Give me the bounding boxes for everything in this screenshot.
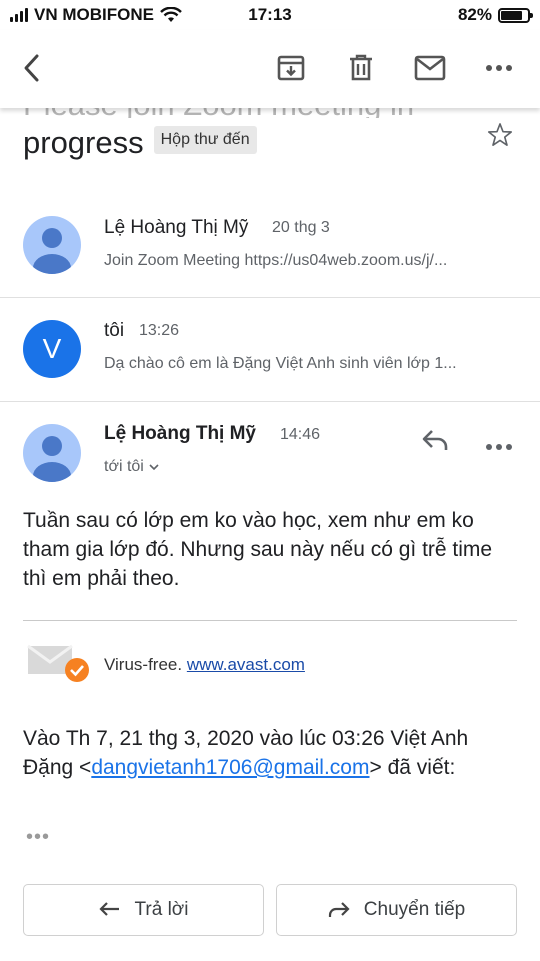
chevron-down-icon [149, 463, 159, 470]
avatar: V [23, 320, 81, 378]
reply-icon [98, 902, 119, 916]
forward-label: Chuyển tiếp [363, 899, 466, 920]
battery-percent: 82% [457, 5, 492, 24]
reply-icon[interactable] [420, 428, 450, 457]
star-icon[interactable] [486, 121, 514, 154]
battery-fill [501, 10, 523, 20]
thread-message-2[interactable]: V tôi 13:26 Dạ chào cô em là Đặng Việt A… [0, 298, 540, 402]
delete-icon[interactable] [343, 50, 379, 86]
top-toolbar [0, 30, 540, 108]
signature-divider [23, 620, 517, 621]
thread-message-1[interactable]: Lệ Hoàng Thị Mỹ 20 thg 3 Join Zoom Meeti… [0, 200, 540, 298]
virus-free-note: Virus-free. www.avast.com [104, 655, 305, 675]
more-icon[interactable] [481, 50, 517, 86]
quote-email-link[interactable]: dangvietanh1706@gmail.com [91, 756, 369, 779]
inbox-label-badge[interactable]: Hộp thư đến [153, 125, 257, 154]
forward-button[interactable]: Chuyển tiếp [276, 884, 517, 936]
message-snippet: Join Zoom Meeting https://us04web.zoom.u… [104, 252, 448, 269]
message-snippet: Dạ chào cô em là Đặng Việt Anh sinh viên… [104, 355, 457, 372]
message-date: 20 thg 3 [272, 219, 330, 236]
status-bar: VN MOBIFONE 17:13 82% [0, 0, 540, 30]
mail-icon[interactable] [412, 50, 448, 86]
battery-area: 82% [457, 5, 533, 25]
recipient-label: tới tôi [104, 458, 144, 475]
thread-message-3: Lệ Hoàng Thị Mỹ 14:46 tới tôi [0, 402, 540, 502]
forward-icon [328, 902, 350, 917]
message-body: Tuần sau có lớp em ko vào học, xem như e… [23, 509, 493, 590]
avast-mail-icon [27, 644, 91, 689]
quote-suffix: > đã viết: [369, 756, 456, 779]
archive-icon[interactable] [273, 50, 309, 86]
avast-link[interactable]: www.avast.com [187, 655, 305, 674]
reply-label: Trả lời [134, 899, 189, 920]
message-more-icon[interactable] [486, 438, 512, 456]
subject-line-2: progress [23, 125, 144, 160]
reply-button[interactable]: Trả lời [23, 884, 264, 936]
virus-free-text: Virus-free. [104, 655, 183, 674]
back-icon[interactable] [14, 50, 50, 86]
message-date: 14:46 [280, 426, 321, 443]
message-date: 13:26 [139, 322, 180, 339]
recipient-toggle[interactable]: tới tôi [104, 458, 159, 476]
quote-header: Vào Th 7, 21 thg 3, 2020 vào lúc 03:26 V… [23, 724, 513, 782]
sender-name: Lệ Hoàng Thị Mỹ [104, 423, 256, 444]
avatar [23, 424, 81, 482]
avatar [23, 216, 81, 274]
battery-icon [498, 7, 533, 23]
sender-name: tôi [104, 320, 125, 341]
show-trimmed-content[interactable]: ••• [26, 826, 50, 849]
sender-name: Lệ Hoàng Thị Mỹ [104, 217, 249, 238]
